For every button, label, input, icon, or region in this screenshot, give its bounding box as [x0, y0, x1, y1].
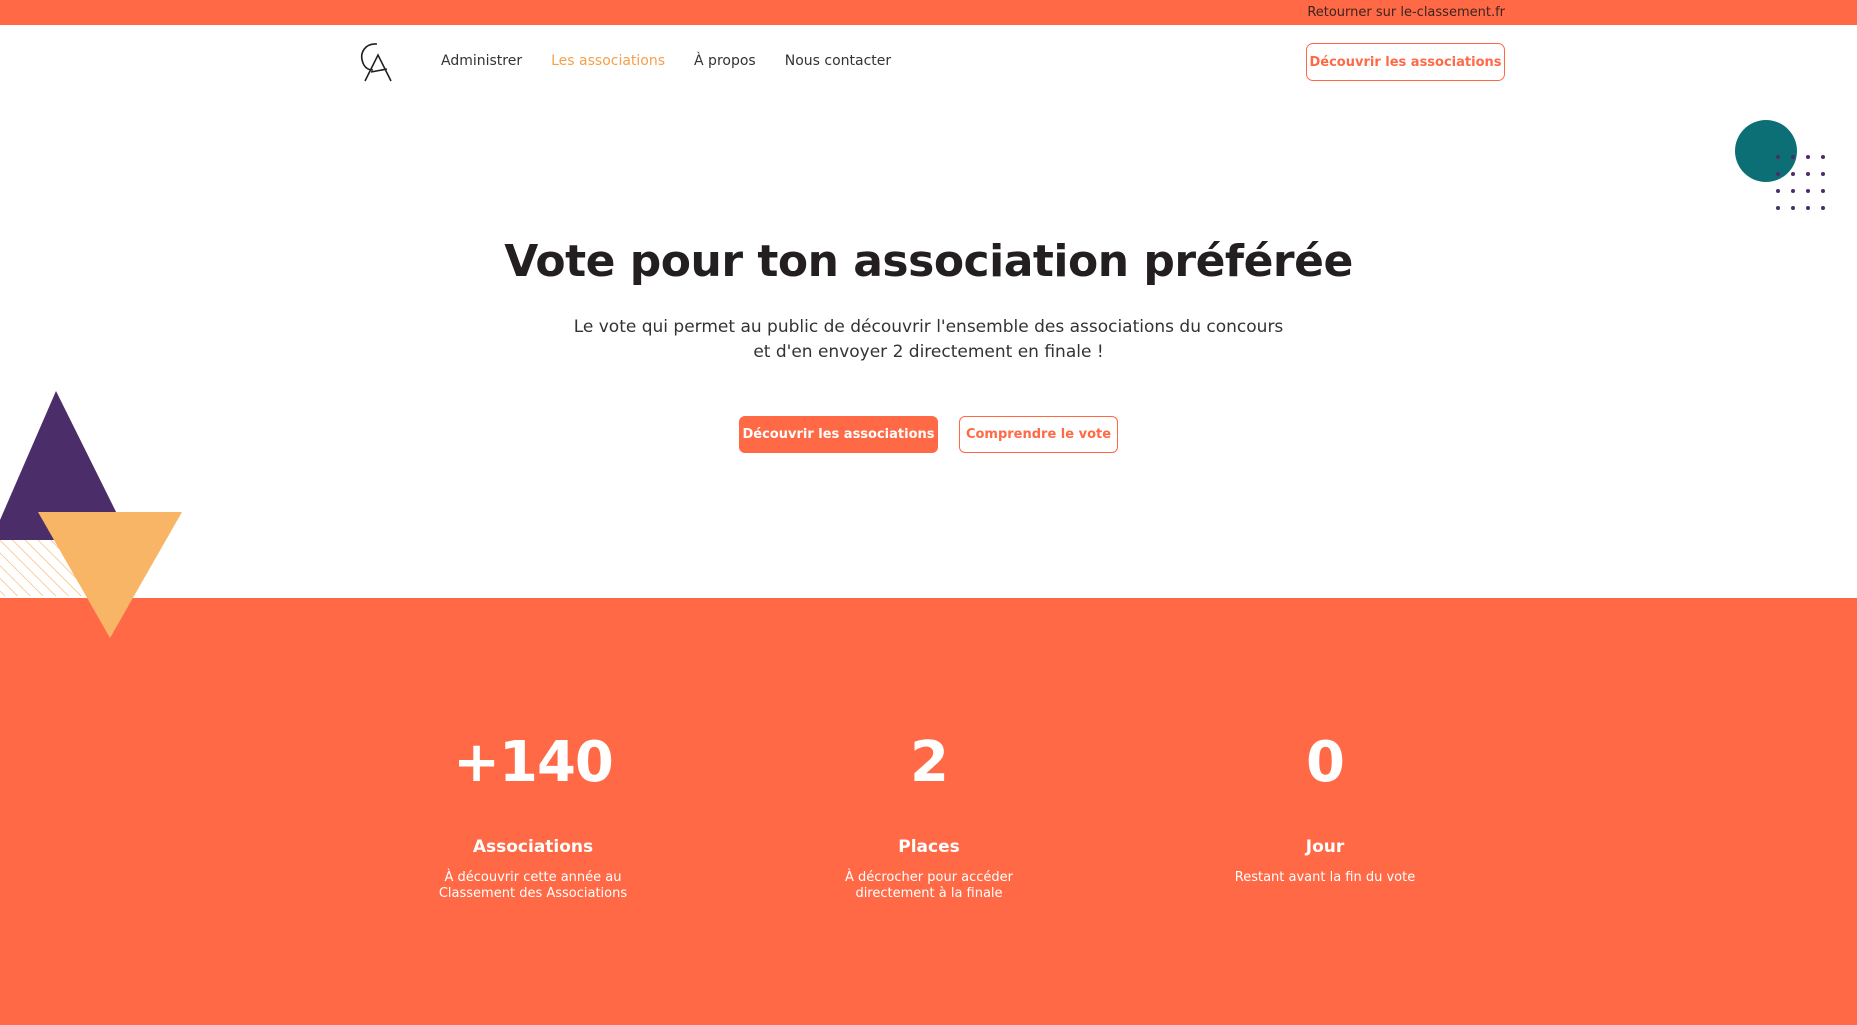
- stat-value: 0: [1306, 730, 1345, 795]
- decorative-circle-dots: [1735, 120, 1825, 210]
- stats-section: +140 Associations À découvrir cette anné…: [0, 598, 1857, 1025]
- hero-buttons: Découvrir les associations Comprendre le…: [739, 416, 1118, 453]
- stat-description: À décrocher pour accéder directement à l…: [799, 870, 1059, 902]
- stat-description-line-1: À décrocher pour accéder: [844, 870, 1014, 885]
- nav-item-administrer[interactable]: Administrer: [441, 53, 522, 69]
- stat-description-line-1: À découvrir cette année au: [444, 870, 622, 885]
- hero-subtitle-line-1: Le vote qui permet au public de découvri…: [573, 317, 1284, 337]
- stat-description: À découvrir cette année au Classement de…: [403, 870, 663, 902]
- back-to-site-link[interactable]: Retourner sur le-classement.fr: [1307, 5, 1505, 20]
- nav-item-a-propos[interactable]: À propos: [694, 53, 756, 69]
- stat-value: 2: [910, 730, 949, 795]
- stat-label: Associations: [472, 837, 594, 857]
- nav-item-contact[interactable]: Nous contacter: [785, 53, 891, 69]
- nav-discover-button[interactable]: Découvrir les associations: [1306, 43, 1505, 81]
- nav-links: Administrer Les associations À propos No…: [441, 53, 891, 69]
- main-navbar: Administrer Les associations À propos No…: [0, 25, 1857, 98]
- nav-item-associations[interactable]: Les associations: [551, 53, 665, 69]
- stat-description-line-1: Restant avant la fin du vote: [1234, 870, 1416, 885]
- hero-subtitle: Le vote qui permet au public de découvri…: [0, 315, 1857, 365]
- decorative-triangles: [0, 391, 182, 638]
- discover-associations-button[interactable]: Découvrir les associations: [739, 416, 938, 453]
- ca-logo-icon[interactable]: [357, 41, 393, 83]
- stat-label: Places: [898, 837, 960, 857]
- hero-title: Vote pour ton association préférée: [504, 236, 1353, 287]
- stat-description: Restant avant la fin du vote: [1195, 870, 1455, 886]
- stat-value: +140: [453, 730, 614, 795]
- stat-description-line-2: directement à la finale: [855, 886, 1003, 901]
- stat-label: Jour: [1305, 837, 1345, 857]
- hero-subtitle-line-2: et d'en envoyer 2 directement en finale …: [753, 342, 1104, 362]
- top-bar: Retourner sur le-classement.fr: [0, 0, 1857, 25]
- understand-vote-button[interactable]: Comprendre le vote: [959, 416, 1118, 453]
- stat-description-line-2: Classement des Associations: [438, 886, 628, 901]
